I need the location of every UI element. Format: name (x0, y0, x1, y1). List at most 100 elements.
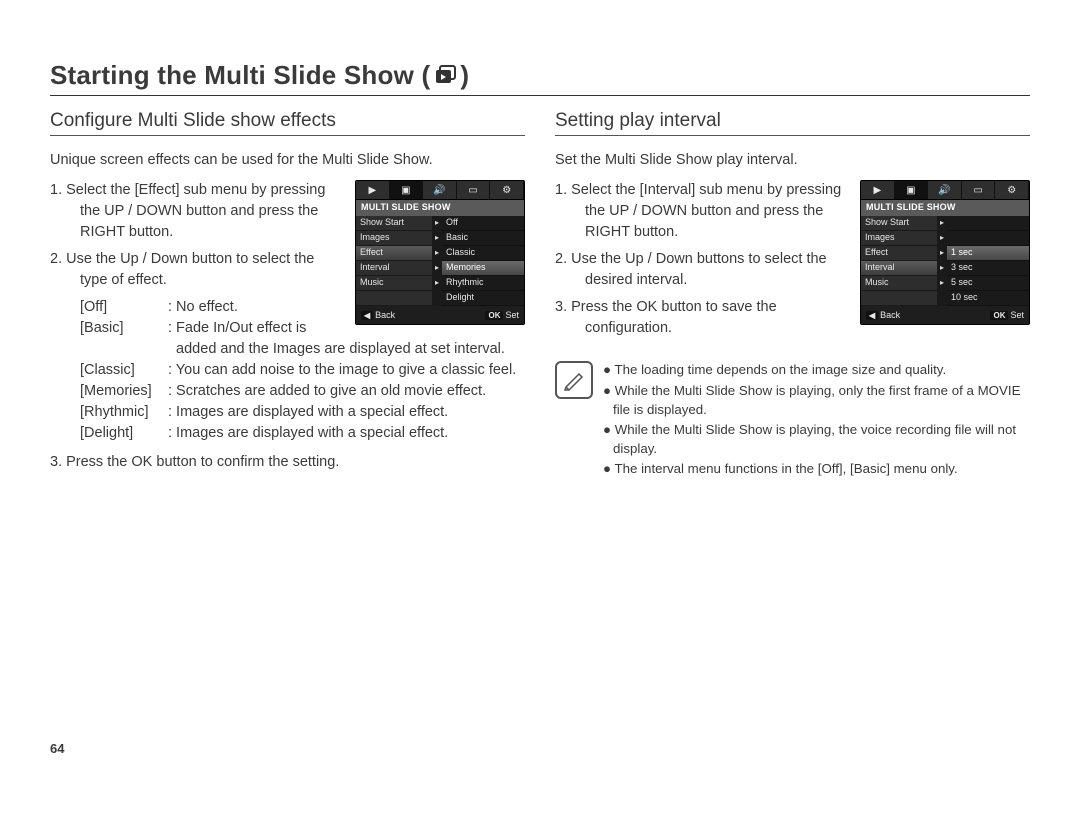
lcd-menu-right: 5 sec (947, 276, 1029, 291)
option-label: [Basic] (80, 318, 168, 339)
chevron-right-icon: ▸ (432, 276, 442, 291)
camera-lcd-interval: ▶ ▣ 🔊 ▭ ⚙ MULTI SLIDE SHOW Show Start▸Im… (860, 180, 1030, 325)
right-step3: 3. Press the OK button to save the confi… (555, 297, 846, 339)
chevron-right-icon: ▸ (432, 261, 442, 276)
lcd-tab-sound-icon: 🔊 (423, 181, 457, 199)
chevron-right-icon: ▸ (937, 246, 947, 261)
option-label: [Off] (80, 297, 168, 318)
lcd-menu-left: Interval (356, 261, 432, 276)
option-desc: : Scratches are added to give an old mov… (168, 381, 525, 402)
lcd-menu-right: 1 sec (947, 246, 1029, 261)
slideshow-icon (434, 65, 460, 87)
manual-page: Starting the Multi Slide Show ( ) Config… (0, 0, 1080, 776)
lcd-back-label: Back (880, 310, 900, 320)
right-step2: 2. Use the Up / Down buttons to select t… (555, 249, 846, 291)
lcd-menu-right: Memories (442, 261, 524, 276)
option-label: [Classic] (80, 360, 168, 381)
ok-key-icon: OK (485, 311, 503, 320)
lcd-row: Images▸ (861, 231, 1029, 246)
lcd-menu-right: Off (442, 216, 524, 231)
chevron-right-icon (432, 291, 442, 306)
right-step-block: 1. Select the [Interval] sub menu by pre… (555, 180, 1030, 345)
lcd-menu-right (947, 231, 1029, 246)
left-options-rest: added and the Images are displayed at se… (80, 339, 525, 444)
left-steps-bottom: 3. Press the OK button to confirm the se… (50, 452, 525, 473)
lcd-row: Interval▸Memories (356, 261, 524, 276)
option-label (80, 339, 168, 360)
lcd-menu-left (861, 291, 937, 306)
lcd-footer: ◀Back OKSet (861, 308, 1029, 322)
option-desc: : Images are displayed with a special ef… (168, 402, 525, 423)
note-item: ● While the Multi Slide Show is playing,… (603, 382, 1030, 419)
option-row: [Classic] : You can add noise to the ima… (80, 360, 525, 381)
option-label: [Delight] (80, 423, 168, 444)
left-intro: Unique screen effects can be used for th… (50, 150, 525, 170)
lcd-row: 10 sec (861, 291, 1029, 306)
right-intro: Set the Multi Slide Show play interval. (555, 150, 1030, 170)
lcd-row: Music▸Rhythmic (356, 276, 524, 291)
lcd-menu-right: Rhythmic (442, 276, 524, 291)
lcd-menu-right (947, 216, 1029, 231)
lcd-menu-right: Classic (442, 246, 524, 261)
note-list: ● The loading time depends on the image … (603, 361, 1030, 481)
note-box: ● The loading time depends on the image … (555, 361, 1030, 481)
lcd-tabs: ▶ ▣ 🔊 ▭ ⚙ (356, 181, 524, 200)
lcd-row: Delight (356, 291, 524, 306)
lcd-menu-left: Effect (356, 246, 432, 261)
option-label: [Memories] (80, 381, 168, 402)
right-step1: 1. Select the [Interval] sub menu by pre… (555, 180, 846, 243)
right-steps: 1. Select the [Interval] sub menu by pre… (555, 180, 846, 345)
right-section-title: Setting play interval (555, 110, 1030, 136)
chevron-right-icon (937, 291, 947, 306)
lcd-menu-left: Effect (861, 246, 937, 261)
lcd-tab-settings-icon: ⚙ (490, 181, 524, 199)
option-row: [Rhythmic] : Images are displayed with a… (80, 402, 525, 423)
lcd-tab-slideshow-icon: ▣ (390, 181, 424, 199)
option-row: [Off] : No effect. (80, 297, 341, 318)
option-row: added and the Images are displayed at se… (80, 339, 525, 360)
option-desc: : You can add noise to the image to give… (168, 360, 525, 381)
lcd-row: Effect▸1 sec (861, 246, 1029, 261)
note-item: ● While the Multi Slide Show is playing,… (603, 421, 1030, 458)
chevron-right-icon: ▸ (937, 276, 947, 291)
ok-key-icon: OK (990, 311, 1008, 320)
title-suffix: ) (460, 60, 469, 91)
left-steps-top: 1. Select the [Effect] sub menu by press… (50, 180, 341, 339)
left-section-title: Configure Multi Slide show effects (50, 110, 525, 136)
lcd-row: Effect▸Classic (356, 246, 524, 261)
content-columns: Configure Multi Slide show effects Uniqu… (50, 110, 1030, 481)
note-item: ● The loading time depends on the image … (603, 361, 1030, 380)
left-step2: 2. Use the Up / Down button to select th… (50, 249, 341, 291)
lcd-tab-play-icon: ▶ (861, 181, 895, 199)
note-item: ● The interval menu functions in the [Of… (603, 460, 1030, 479)
lcd-menu-left: Images (861, 231, 937, 246)
left-step3: 3. Press the OK button to confirm the se… (50, 452, 525, 473)
option-desc: : No effect. (168, 297, 341, 318)
option-row: [Basic] : Fade In/Out effect is (80, 318, 341, 339)
chevron-right-icon: ▸ (432, 246, 442, 261)
lcd-menu-left: Show Start (861, 216, 937, 231)
left-column: Configure Multi Slide show effects Uniqu… (50, 110, 525, 481)
lcd-menu-right: 3 sec (947, 261, 1029, 276)
lcd-header: MULTI SLIDE SHOW (861, 200, 1029, 216)
chevron-right-icon: ▸ (432, 231, 442, 246)
chevron-right-icon: ▸ (937, 261, 947, 276)
page-number: 64 (50, 741, 1030, 756)
lcd-set-label: Set (1010, 310, 1024, 320)
right-column: Setting play interval Set the Multi Slid… (555, 110, 1030, 481)
lcd-menu-left: Interval (861, 261, 937, 276)
lcd-menu-left: Music (861, 276, 937, 291)
lcd-row: Interval▸3 sec (861, 261, 1029, 276)
left-step-block: 1. Select the [Effect] sub menu by press… (50, 180, 525, 339)
lcd-tab-display-icon: ▭ (457, 181, 491, 199)
left-options-top: [Off] : No effect. [Basic] : Fade In/Out… (80, 297, 341, 339)
lcd-menu-left: Music (356, 276, 432, 291)
lcd-menu-right: Delight (442, 291, 524, 306)
option-desc: : Images are displayed with a special ef… (168, 423, 525, 444)
camera-lcd-effect: ▶ ▣ 🔊 ▭ ⚙ MULTI SLIDE SHOW Show Start▸Of… (355, 180, 525, 325)
lcd-tab-settings-icon: ⚙ (995, 181, 1029, 199)
lcd-back-label: Back (375, 310, 395, 320)
chevron-right-icon: ▸ (432, 216, 442, 231)
lcd-menu-left: Show Start (356, 216, 432, 231)
back-key-icon: ◀ (866, 311, 878, 320)
